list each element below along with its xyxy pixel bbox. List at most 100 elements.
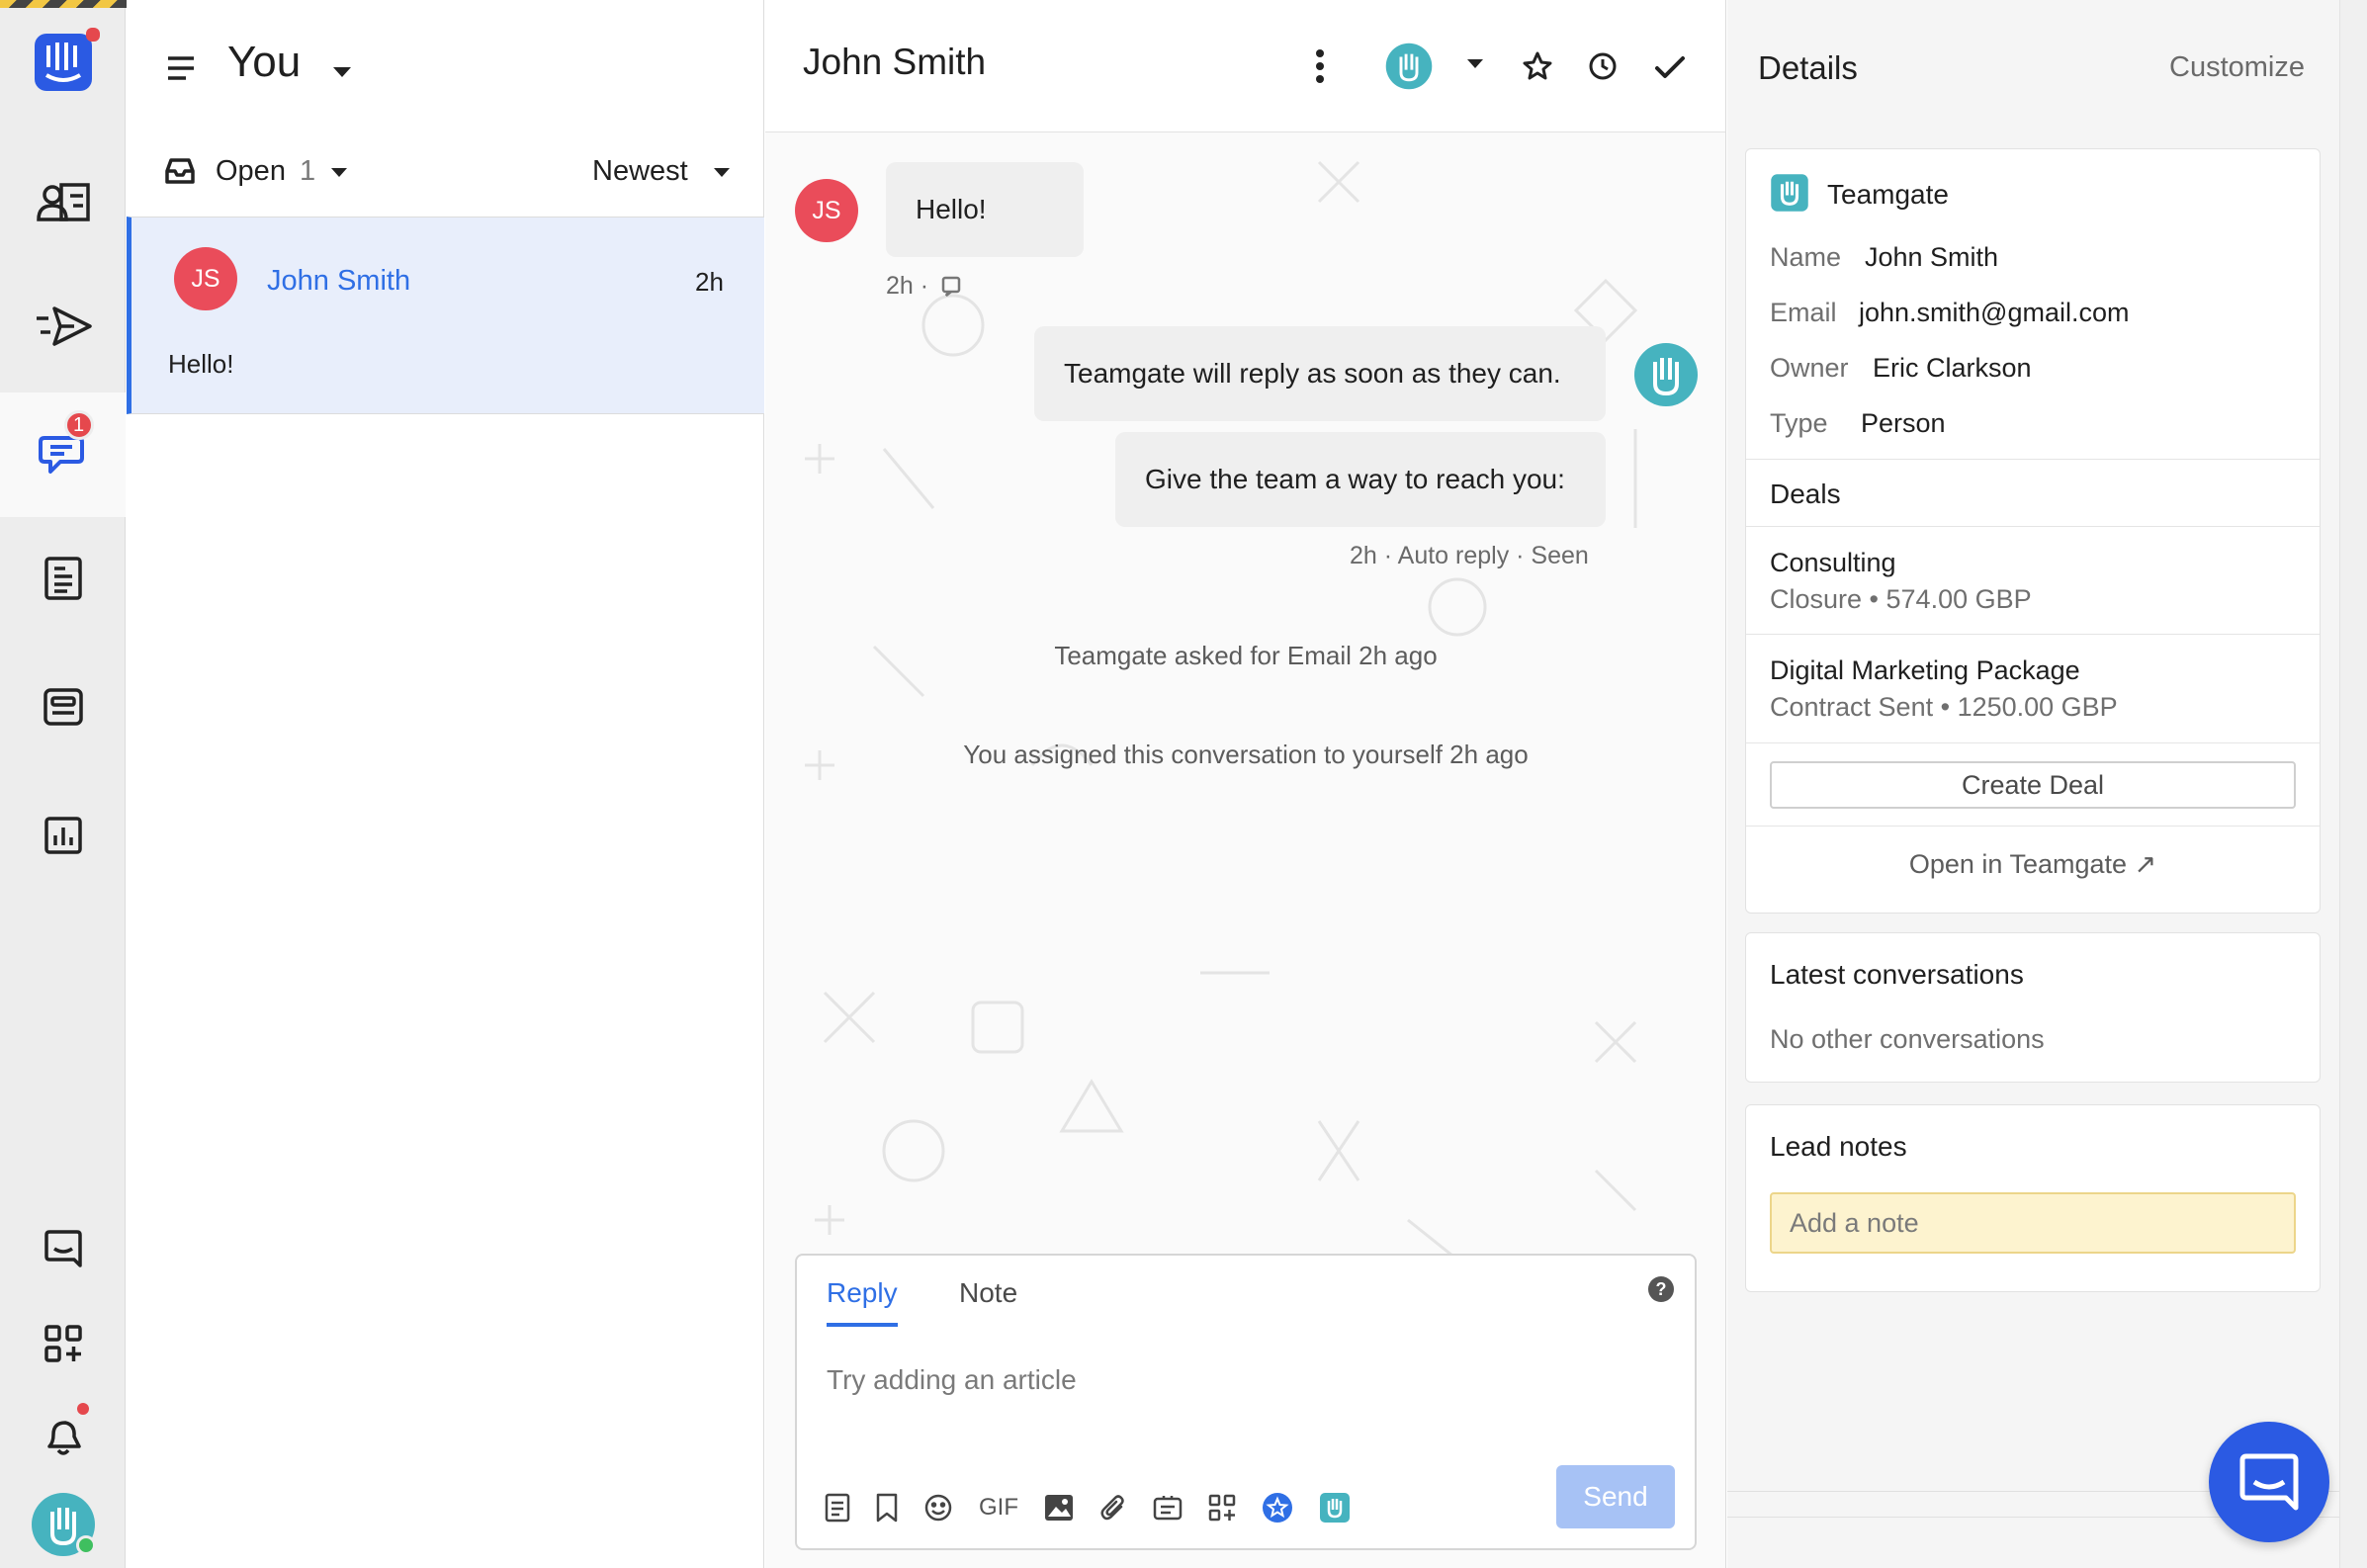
inbox-icon: 1 xyxy=(38,410,94,478)
user-message-meta: 2h · xyxy=(886,272,961,301)
deal-amount: 1250.00 GBP xyxy=(1957,692,2118,722)
macro-icon[interactable] xyxy=(1153,1495,1183,1521)
saved-reply-icon[interactable] xyxy=(876,1493,898,1523)
conversation-title: John Smith xyxy=(803,42,987,82)
assignee-avatar-button[interactable] xyxy=(1385,43,1433,90)
reply-composer: Reply Note ? Try adding an article GIF S… xyxy=(795,1254,1697,1550)
contacts-icon xyxy=(36,182,91,223)
conversation-header: John Smith xyxy=(765,0,1725,132)
field-label-email: Email xyxy=(1770,298,1837,327)
inbox-title[interactable]: You xyxy=(227,38,301,87)
field-value-email: john.smith@gmail.com xyxy=(1859,298,2130,327)
intercom-logo-button[interactable] xyxy=(0,8,126,117)
status-filter-label: Open xyxy=(216,155,286,187)
conversation-list-item[interactable]: JS John Smith 2h Hello! xyxy=(127,217,764,414)
details-title: Details xyxy=(1758,49,1858,86)
inbox-title-dropdown-icon[interactable] xyxy=(333,67,351,77)
filter-bar: Open 1 Newest xyxy=(127,133,764,217)
svg-text:?: ? xyxy=(1656,1279,1667,1299)
field-value-name: John Smith xyxy=(1865,242,1999,272)
articles-icon xyxy=(44,556,83,601)
reply-input[interactable]: Try adding an article xyxy=(827,1364,1657,1414)
customize-button[interactable]: Customize xyxy=(2169,51,2305,84)
bot-message-text: Give the team a way to reach you: xyxy=(1145,464,1565,494)
sort-dropdown-icon[interactable] xyxy=(714,168,730,177)
messenger-icon xyxy=(44,1229,83,1268)
nav-reports[interactable] xyxy=(0,781,126,890)
nav-contacts[interactable] xyxy=(0,148,126,257)
conversation-time: 2h xyxy=(695,267,724,297)
divider xyxy=(1746,459,2320,460)
bot-message-text: Teamgate will reply as soon as they can. xyxy=(1064,358,1561,389)
status-filter-button[interactable]: Open 1 xyxy=(216,155,315,188)
tab-note[interactable]: Note xyxy=(959,1277,1017,1309)
inbox-tray-icon xyxy=(164,157,196,185)
attachment-icon[interactable] xyxy=(1099,1493,1127,1523)
launcher-icon xyxy=(2238,1452,2300,1512)
nav-articles[interactable] xyxy=(0,524,126,633)
conversation-panel: John Smith JS Hello! 2h · Teamgate will … xyxy=(765,0,1726,1568)
nav-messenger[interactable] xyxy=(0,1194,126,1303)
hamburger-icon[interactable] xyxy=(166,55,196,81)
assignee-dropdown-icon[interactable] xyxy=(1467,59,1483,68)
details-scrollbar[interactable] xyxy=(2339,0,2367,1568)
composer-toolbar: GIF xyxy=(825,1491,1351,1524)
tab-reply[interactable]: Reply xyxy=(827,1277,898,1327)
open-in-teamgate-link[interactable]: Open in Teamgate ↗ xyxy=(1746,849,2320,880)
online-status-dot xyxy=(75,1535,96,1555)
deal-amount: 574.00 GBP xyxy=(1885,584,2032,614)
status-filter-count: 1 xyxy=(300,155,316,187)
latest-conversations-empty: No other conversations xyxy=(1770,1024,2045,1054)
divider xyxy=(1746,826,2320,827)
deal-item[interactable]: Digital Marketing Package Contract Sent … xyxy=(1746,635,2320,741)
image-icon[interactable] xyxy=(1044,1494,1074,1522)
status-filter-dropdown-icon[interactable] xyxy=(331,168,347,177)
messenger-launcher-button[interactable] xyxy=(2209,1422,2329,1542)
sort-button[interactable]: Newest xyxy=(592,155,688,188)
help-icon[interactable]: ? xyxy=(1647,1275,1675,1303)
star-icon[interactable] xyxy=(1523,51,1552,81)
profile-button[interactable] xyxy=(0,1481,126,1568)
deal-stage: Contract Sent xyxy=(1770,692,1934,722)
snooze-icon[interactable] xyxy=(1588,51,1618,81)
reply-placeholder: Try adding an article xyxy=(827,1364,1077,1395)
apps-insert-icon[interactable] xyxy=(1208,1494,1236,1522)
field-value-type: Person xyxy=(1861,408,1946,438)
user-avatar: JS xyxy=(795,179,858,242)
lead-notes-card: Lead notes Add a note xyxy=(1745,1104,2321,1292)
bot-message-meta: 2h · Auto reply · Seen xyxy=(1350,542,1589,569)
intercom-logo-icon xyxy=(33,28,100,93)
user-message-bubble: Hello! xyxy=(886,162,1084,257)
inbox-unread-badge: 1 xyxy=(63,410,94,440)
teamgate-logo-icon xyxy=(1770,173,1809,213)
check-icon[interactable] xyxy=(1654,54,1686,80)
send-button[interactable]: Send xyxy=(1556,1465,1675,1528)
notifications-icon xyxy=(44,1403,89,1456)
rating-app-icon[interactable] xyxy=(1262,1492,1293,1524)
article-icon[interactable] xyxy=(825,1493,850,1523)
logo-alert-dot xyxy=(85,28,100,42)
apps-icon xyxy=(44,1324,83,1363)
emoji-icon[interactable] xyxy=(923,1493,953,1523)
field-label-name: Name xyxy=(1770,242,1842,272)
nav-knowledge[interactable] xyxy=(0,653,126,761)
deal-meta: Contract Sent • 1250.00 GBP xyxy=(1770,692,2118,722)
user-message-time: 2h · xyxy=(886,272,929,300)
add-note-input[interactable]: Add a note xyxy=(1770,1192,2296,1254)
deal-name: Consulting xyxy=(1770,548,1896,577)
teamgate-app-icon[interactable] xyxy=(1319,1492,1351,1524)
nav-inbox[interactable]: 1 xyxy=(0,392,126,517)
create-deal-button[interactable]: Create Deal xyxy=(1770,761,2296,809)
nav-notifications[interactable] xyxy=(0,1382,126,1491)
conversation-event: You assigned this conversation to yourse… xyxy=(963,740,1529,769)
gif-button[interactable]: GIF xyxy=(979,1494,1018,1522)
dev-stripe xyxy=(0,0,138,8)
latest-conversations-card: Latest conversations No other conversati… xyxy=(1745,932,2321,1083)
deal-item[interactable]: Consulting Closure • 574.00 GBP xyxy=(1746,527,2320,634)
outbound-icon xyxy=(35,305,92,348)
nav-outbound[interactable] xyxy=(0,272,126,381)
inbox-header: You xyxy=(127,0,764,133)
more-vertical-icon[interactable] xyxy=(1315,49,1325,83)
teamgate-app-name: Teamgate xyxy=(1827,179,1949,210)
notifications-dot xyxy=(76,1403,89,1415)
